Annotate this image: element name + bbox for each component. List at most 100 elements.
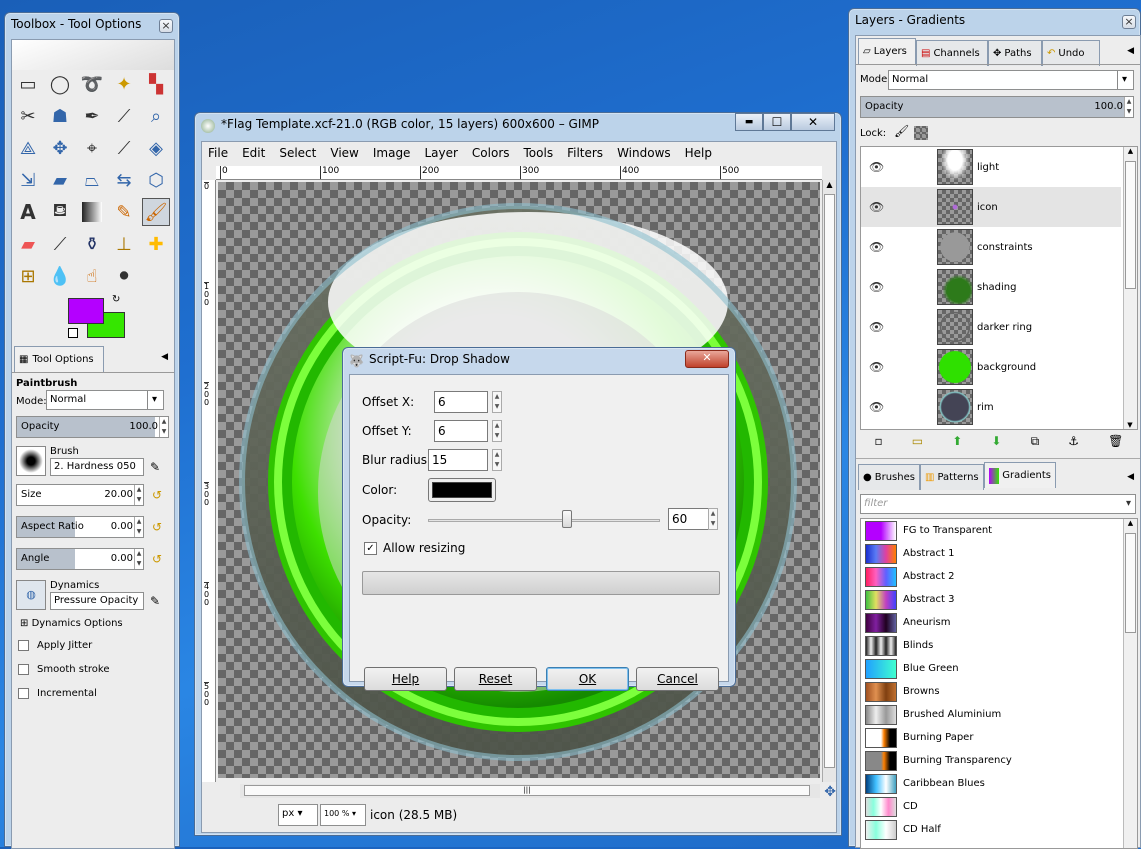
visibility-eye-icon[interactable]: 👁 [869,320,885,334]
layer-row[interactable]: 👁 icon [861,187,1121,227]
apply-jitter-checkbox[interactable]: Apply Jitter [18,640,92,651]
tab-menu-icon[interactable]: ◀ [1127,472,1134,482]
opacity-input[interactable]: 60 [668,508,710,530]
move-icon[interactable]: ✥ [46,134,74,162]
rotate-icon[interactable]: ◈ [142,134,170,162]
gradient-item[interactable]: Aneurism [865,611,951,634]
scroll-thumb[interactable] [1125,533,1136,633]
ink-icon[interactable]: ⚱ [78,230,106,258]
gradient-item[interactable]: Burning Paper [865,726,973,749]
layer-row[interactable]: 👁 constraints [861,227,1121,267]
gradient-item[interactable]: FG to Transparent [865,519,992,542]
unit-select[interactable]: px ▾ [278,804,318,826]
menu-image[interactable]: Image [373,146,411,160]
navigate-icon[interactable]: ✥ [824,784,836,800]
aspect-spin[interactable]: ▲ ▼ [134,517,143,537]
menu-file[interactable]: File [208,146,228,160]
scissors-icon[interactable]: ✂ [14,102,42,130]
tab-patterns[interactable]: ▥ Patterns [920,464,984,490]
menu-tools[interactable]: Tools [524,146,554,160]
menu-layer[interactable]: Layer [424,146,457,160]
text-icon[interactable]: A [14,198,42,226]
smooth-stroke-checkbox[interactable]: Smooth stroke [18,664,110,675]
dodge-burn-icon[interactable]: ⚫ [110,262,138,290]
maximize-button[interactable]: ☐ [763,113,791,131]
scroll-thumb[interactable] [1125,161,1136,289]
swap-colors-icon[interactable]: ↻ [112,294,120,305]
gradient-item[interactable]: Abstract 2 [865,565,955,588]
gradient-item[interactable]: Blinds [865,634,933,657]
layer-mode-select[interactable]: Normal ▾ [888,70,1134,90]
layer-row[interactable]: 👁 rim [861,387,1121,427]
allow-resizing-checkbox[interactable]: ✓ Allow resizing [364,541,465,555]
layers-scrollbar[interactable]: ▲ ▼ [1123,147,1137,429]
brush-preview[interactable] [16,446,46,476]
flip-icon[interactable]: ⇆ [110,166,138,194]
fuzzy-select-icon[interactable]: ✦ [110,70,138,98]
foreground-color-swatch[interactable] [68,298,104,324]
visibility-eye-icon[interactable]: 👁 [869,200,885,214]
pencil-icon[interactable]: ✎ [110,198,138,226]
paths-icon[interactable]: ✒ [78,102,106,130]
visibility-eye-icon[interactable]: 👁 [869,240,885,254]
tab-layers[interactable]: ▱ Layers [858,38,916,64]
blur-icon[interactable]: 💧 [46,262,74,290]
delete-layer-icon[interactable]: 🗑 [1108,434,1123,452]
offset-y-input[interactable]: 6 [434,420,488,442]
layer-row[interactable]: 👁 background [861,347,1121,387]
zoom-icon[interactable]: ⌕ [142,102,170,130]
ellipse-select-icon[interactable]: ◯ [46,70,74,98]
opacity-slider[interactable]: Opacity 100.0 ▲ ▼ [16,416,169,438]
visibility-eye-icon[interactable]: 👁 [869,400,885,414]
mode-select[interactable]: Normal ▾ [46,390,164,410]
tab-menu-icon[interactable]: ◀ [161,352,168,362]
gradient-item[interactable]: Abstract 1 [865,542,955,565]
ok-button[interactable]: OK [546,667,629,691]
gradients-scrollbar[interactable]: ▲ [1123,519,1137,848]
horizontal-scrollbar[interactable]: ||| [240,784,820,798]
angle-slider[interactable]: Angle 0.00 ▲ ▼ [16,548,144,570]
layers-close-button[interactable]: × [1122,15,1136,29]
visibility-eye-icon[interactable]: 👁 [869,160,885,174]
brush-name-field[interactable]: 2. Hardness 050 [50,458,144,476]
size-slider[interactable]: Size 20.00 ▲ ▼ [16,484,144,506]
dialog-close-button[interactable]: ✕ [685,350,729,368]
crop-icon[interactable]: ⟋ [110,134,138,162]
menu-filters[interactable]: Filters [567,146,603,160]
offset-y-spin[interactable]: ▲ ▼ [492,420,502,442]
reset-button[interactable]: Reset [454,667,537,691]
scroll-up-icon[interactable]: ▲ [1124,519,1137,527]
gradient-item[interactable]: Caribbean Blues [865,772,985,795]
angle-spin[interactable]: ▲ ▼ [134,549,143,569]
lock-alpha-icon[interactable] [914,126,928,140]
toolbox-close-button[interactable]: × [159,19,173,33]
opacity-slider-handle[interactable] [562,510,573,528]
filter-input[interactable]: filter ▾ [860,494,1136,514]
gradient-item[interactable]: Brushed Aluminium [865,703,1001,726]
offset-x-spin[interactable]: ▲ ▼ [492,391,502,413]
paintbrush-icon[interactable]: 🖌 [142,198,170,226]
gradient-item[interactable]: Blue Green [865,657,959,680]
angle-reset-icon[interactable]: ↺ [152,552,162,566]
visibility-eye-icon[interactable]: 👁 [869,360,885,374]
rect-select-icon[interactable]: ▭ [14,70,42,98]
tab-undo[interactable]: ↶ Undo [1042,40,1100,66]
size-reset-icon[interactable]: ↺ [152,488,162,502]
shear-icon[interactable]: ▰ [46,166,74,194]
help-button[interactable]: Help [364,667,447,691]
layer-row[interactable]: 👁 darker ring [861,307,1121,347]
scroll-up-icon[interactable]: ▲ [823,180,836,189]
gradient-item[interactable]: Burning Transparency [865,749,1012,772]
tab-menu-icon[interactable]: ◀ [1127,46,1134,56]
free-select-icon[interactable]: ➰ [78,70,106,98]
menu-colors[interactable]: Colors [472,146,510,160]
tab-tool-options[interactable]: ▦ Tool Options [14,346,104,372]
gradient-item[interactable]: CD [865,795,918,818]
opacity-spin[interactable]: ▲ ▼ [159,417,168,437]
vertical-scrollbar[interactable]: ▲ [822,180,836,782]
color-select-icon[interactable]: ▚ [142,70,170,98]
scale-icon[interactable]: ⇲ [14,166,42,194]
raise-layer-icon[interactable]: ⬆ [952,434,962,452]
color-button[interactable] [428,478,496,502]
blend-icon[interactable] [82,202,102,222]
